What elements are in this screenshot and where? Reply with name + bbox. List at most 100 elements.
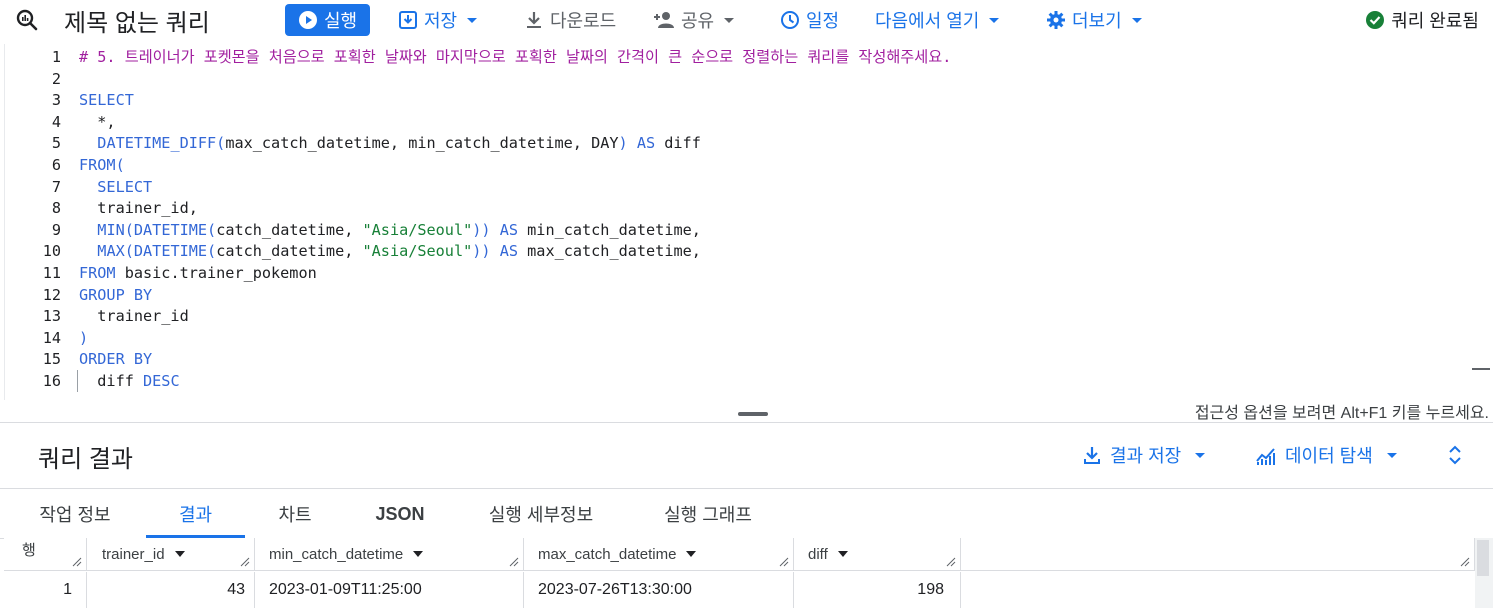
line-number: 6 xyxy=(51,156,61,174)
line-number: 11 xyxy=(42,264,61,282)
sort-arrow-icon[interactable] xyxy=(686,551,697,557)
code-line: diff DESC xyxy=(79,372,180,390)
code-line: ) xyxy=(79,328,89,347)
download-icon xyxy=(1082,445,1102,465)
line-number: 13 xyxy=(42,307,61,326)
resize-grip-icon[interactable] xyxy=(1460,557,1470,567)
text-cursor xyxy=(77,370,78,392)
play-icon xyxy=(298,10,318,30)
resize-grip-icon[interactable] xyxy=(509,557,519,567)
column-header-min-catch-datetime[interactable]: min_catch_datetime xyxy=(255,538,524,571)
column-header-label: diff xyxy=(808,545,828,563)
code-line: SELECT xyxy=(79,177,153,196)
chevron-down-icon xyxy=(1386,452,1397,458)
tab-results[interactable]: 결과 xyxy=(146,490,245,538)
more-button[interactable]: 더보기 xyxy=(1046,0,1142,40)
line-number: 15 xyxy=(42,350,61,369)
save-results-button[interactable]: 결과 저장 xyxy=(1082,439,1206,471)
results-title: 쿼리 결과 xyxy=(38,446,133,473)
gear-icon xyxy=(1046,10,1066,30)
download-icon xyxy=(524,10,544,30)
column-header-diff[interactable]: diff xyxy=(794,538,961,571)
tab-json[interactable]: JSON xyxy=(360,490,440,538)
table-cell-max-catch-datetime[interactable]: 2023-07-26T13:30:00 xyxy=(524,572,794,608)
resize-grip-icon[interactable] xyxy=(240,557,250,567)
chevron-down-icon xyxy=(467,17,478,23)
code-line: MAX(DATETIME(catch_datetime, "Asia/Seoul… xyxy=(97,242,701,261)
open-in-button[interactable]: 다음에서 열기 xyxy=(875,0,1000,40)
chevron-down-icon xyxy=(1131,17,1142,23)
column-header-label: min_catch_datetime xyxy=(269,545,404,563)
run-label: 실행 xyxy=(323,11,358,31)
code-area[interactable]: # 5. 트레이너가 포켓몬을 처음으로 포획한 날짜와 마지막으로 포획한 날… xyxy=(79,44,1474,400)
chart-icon xyxy=(1255,445,1277,465)
line-number: 5 xyxy=(51,134,61,153)
chevron-down-icon xyxy=(1195,452,1206,458)
explore-data-button[interactable]: 데이터 탐색 xyxy=(1255,439,1397,471)
line-number: 8 xyxy=(51,199,61,218)
check-circle-icon xyxy=(1365,10,1385,30)
open-in-label: 다음에서 열기 xyxy=(875,11,980,31)
table-cell-trainer-id[interactable]: 43 xyxy=(87,572,255,608)
code-line: SELECT xyxy=(79,91,134,110)
column-header-filler xyxy=(961,538,1475,571)
column-header-trainer-id[interactable]: trainer_id xyxy=(87,538,255,571)
table-cell-diff[interactable]: 198 xyxy=(794,572,961,608)
run-button[interactable]: 실행 xyxy=(285,4,370,36)
column-header-max-catch-datetime[interactable]: max_catch_datetime xyxy=(524,538,794,571)
section-divider xyxy=(0,422,1493,423)
expand-collapse-icon[interactable] xyxy=(1446,443,1464,467)
query-icon xyxy=(16,9,38,36)
schedule-label: 일정 xyxy=(806,11,840,31)
code-line: GROUP BY xyxy=(79,285,153,304)
sort-arrow-icon[interactable] xyxy=(413,551,424,557)
query-toolbar: 제목 없는 쿼리 실행 저장 다운로드 공유 일정 다음에서 열기 더보기 쿼리… xyxy=(0,0,1493,40)
save-button[interactable]: 저장 xyxy=(398,0,478,40)
query-status: 쿼리 완료됨 xyxy=(1365,0,1479,40)
chevron-down-icon xyxy=(724,17,735,23)
line-number: 3 xyxy=(51,91,61,110)
tab-chart[interactable]: 차트 xyxy=(258,490,332,538)
table-cell-min-catch-datetime[interactable]: 2023-01-09T11:25:00 xyxy=(255,572,524,608)
schedule-button[interactable]: 일정 xyxy=(780,0,839,40)
download-label: 다운로드 xyxy=(550,11,617,31)
code-line: FROM( xyxy=(79,156,125,174)
editor-resize-handle[interactable] xyxy=(738,412,768,416)
code-line-comment: # 5. 트레이너가 포켓몬을 처음으로 포획한 날짜와 마지막으로 포획한 날… xyxy=(79,48,952,66)
share-button[interactable]: 공유 xyxy=(653,0,735,40)
code-line: trainer_id, xyxy=(79,199,198,218)
results-table: 행 trainer_id min_catch_datetime max_catc… xyxy=(4,538,1475,608)
sort-arrow-icon[interactable] xyxy=(174,551,185,557)
download-button[interactable]: 다운로드 xyxy=(524,0,616,40)
sql-editor[interactable]: 1 2 3 4 5 6 7 8 9 10 11 12 13 14 15 16 #… xyxy=(4,44,1493,400)
line-number: 1 xyxy=(51,48,61,66)
tab-execution-details[interactable]: 실행 세부정보 xyxy=(470,490,612,538)
column-header-label: max_catch_datetime xyxy=(538,545,677,563)
line-number-gutter: 1 2 3 4 5 6 7 8 9 10 11 12 13 14 15 16 xyxy=(5,44,79,400)
line-number: 9 xyxy=(51,220,61,239)
query-title[interactable]: 제목 없는 쿼리 xyxy=(64,0,210,40)
code-line: *, xyxy=(79,112,116,131)
code-line: ORDER BY xyxy=(79,350,153,369)
line-number: 16 xyxy=(42,372,61,390)
share-label: 공유 xyxy=(681,11,715,31)
resize-grip-icon[interactable] xyxy=(946,557,956,567)
status-label: 쿼리 완료됨 xyxy=(1391,11,1479,31)
line-number: 12 xyxy=(42,285,61,304)
sort-arrow-icon[interactable] xyxy=(837,551,848,557)
table-scrollbar-thumb[interactable] xyxy=(1477,540,1489,576)
save-icon xyxy=(398,10,418,30)
explore-data-label: 데이터 탐색 xyxy=(1285,446,1373,466)
row-number-cell: 1 xyxy=(4,572,87,608)
resize-grip-icon[interactable] xyxy=(779,557,789,567)
add-person-icon xyxy=(653,10,675,30)
scroll-marker xyxy=(1472,368,1490,370)
section-divider xyxy=(0,488,1493,489)
clock-icon xyxy=(780,10,800,30)
column-header-row-number[interactable]: 행 xyxy=(4,538,87,571)
tab-job-info[interactable]: 작업 정보 xyxy=(20,490,130,538)
code-line: MIN(DATETIME(catch_datetime, "Asia/Seoul… xyxy=(97,220,701,239)
line-number: 2 xyxy=(51,69,61,88)
resize-grip-icon[interactable] xyxy=(72,557,82,567)
tab-execution-graph[interactable]: 실행 그래프 xyxy=(644,490,772,538)
